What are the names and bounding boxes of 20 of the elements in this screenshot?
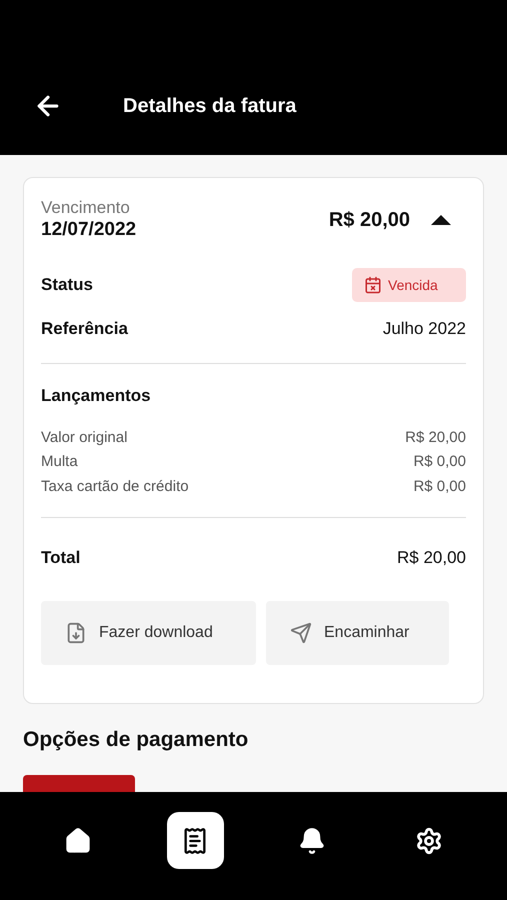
page-title: Detalhes da fatura (123, 94, 296, 119)
invoice-amount: R$ 20,00 (328, 208, 410, 233)
due-label: Vencimento (41, 198, 131, 218)
row-value: R$ 20,00 (397, 547, 466, 569)
row-value: R$ 20,00 (405, 428, 466, 448)
section-title: Lançamentos (41, 386, 151, 404)
row-label: Referência (41, 318, 128, 340)
row-value: R$ 0,00 (413, 452, 466, 472)
action-button[interactable]: Encaminhar (266, 600, 449, 664)
row-label: Total (41, 547, 80, 569)
row-value: Julho 2022 (382, 318, 466, 340)
action-button[interactable]: Fazer download (41, 600, 256, 664)
row-label: Valor original (41, 428, 128, 448)
status-badge: Vencida (352, 268, 466, 302)
row-value: R$ 0,00 (413, 476, 466, 496)
row-label: Taxa cartão de crédito (41, 476, 189, 496)
status-label: Status (41, 274, 93, 296)
row-label: Multa (41, 452, 78, 472)
section-heading: Opções de pagamento (23, 728, 248, 750)
due-date: 12/07/2022 (41, 218, 136, 242)
